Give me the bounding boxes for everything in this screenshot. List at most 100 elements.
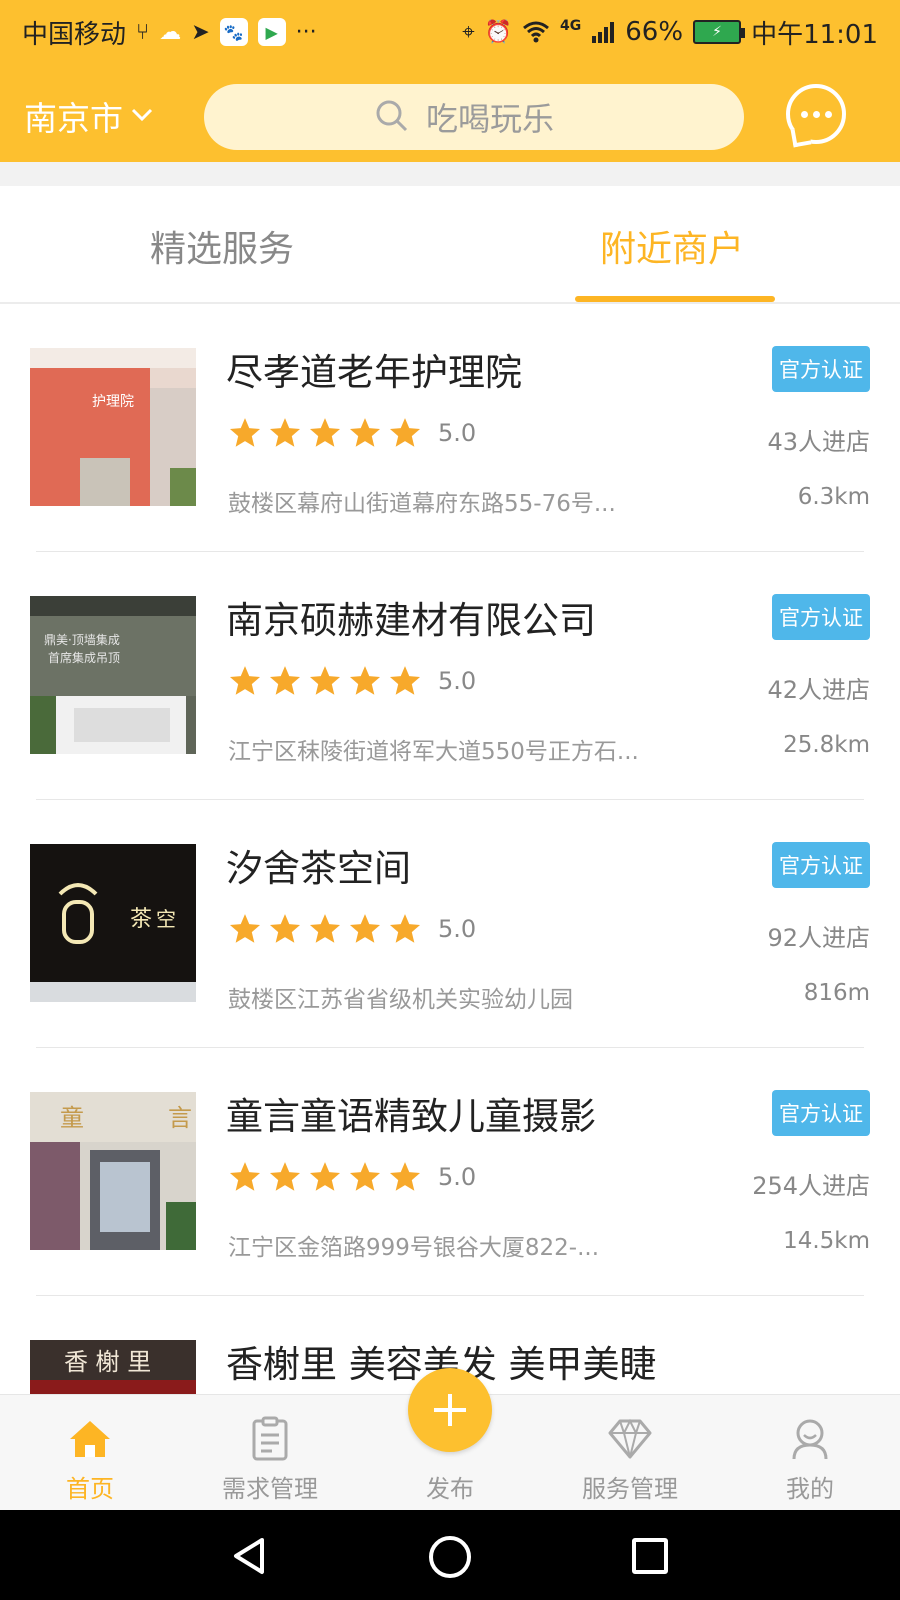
battery-percent: 66% — [625, 17, 684, 47]
merchant-name: 童言童语精致儿童摄影 — [226, 1095, 596, 1138]
status-bar-right: ⌖ ⏰ 4G 66% ⚡ 中午11:01 — [462, 14, 878, 51]
search-placeholder: 吃喝玩乐 — [426, 100, 555, 138]
nav-home[interactable]: 首页 — [0, 1395, 180, 1511]
verified-badge: 官方认证 — [772, 594, 870, 640]
signal-icon — [591, 20, 615, 44]
recent-apps-icon[interactable] — [632, 1538, 668, 1574]
chat-dot — [812, 110, 820, 118]
star-icon — [309, 418, 341, 447]
verified-badge: 官方认证 — [772, 1090, 870, 1136]
more-notifications-icon: ··· — [295, 19, 317, 45]
star-icon — [309, 666, 341, 695]
merchant-thumbnail: 鼎美·顶墙集成 首席集成吊顶 — [30, 596, 196, 754]
status-bar: 中国移动 ⑂ ☁ ➤ 🐾 ▶ ··· ⌖ ⏰ 4G 66% ⚡ 中午11:01 — [0, 0, 900, 64]
merchant-thumbnail: 茶 空 — [30, 844, 196, 1002]
merchant-name: 南京硕赫建材有限公司 — [226, 599, 596, 642]
chevron-down-icon — [131, 100, 153, 128]
verified-badge: 官方认证 — [772, 346, 870, 392]
star-icon — [229, 418, 261, 447]
merchant-item[interactable]: 茶 空 汐舍茶空间 官方认证 5.0 92人进店 鼓楼区江苏省省级机关实验幼儿园… — [0, 800, 900, 1048]
video-app-icon: ▶ — [257, 18, 286, 46]
star-icon — [389, 418, 421, 447]
merchant-item[interactable]: 鼎美·顶墙集成 首席集成吊顶 南京硕赫建材有限公司 官方认证 5.0 42人进店… — [0, 552, 900, 800]
system-navigation-bar — [0, 1510, 900, 1600]
visit-count: 92人进店 — [767, 924, 870, 952]
merchant-address: 江宁区秣陵街道将军大道550号正方石... — [228, 739, 639, 765]
nav-label: 需求管理 — [222, 1475, 318, 1503]
search-bar[interactable]: 吃喝玩乐 — [204, 84, 744, 150]
usb-icon: ⑂ — [136, 19, 150, 45]
nav-label: 首页 — [66, 1475, 114, 1503]
verified-badge: 官方认证 — [772, 842, 870, 888]
svg-text:首席集成吊顶: 首席集成吊顶 — [48, 650, 120, 665]
svg-text:言: 言 — [168, 1104, 192, 1132]
merchant-address: 鼓楼区幕府山街道幕府东路55-76号... — [228, 491, 616, 517]
rating-stars: 5.0 — [228, 416, 476, 450]
tab-bar: 精选服务 附近商户 — [0, 186, 900, 304]
star-icon — [389, 666, 421, 695]
visit-count: 43人进店 — [767, 428, 870, 456]
rating-stars: 5.0 — [228, 912, 476, 946]
merchant-item[interactable]: 童 言 童言童语精致儿童摄影 官方认证 5.0 254人进店 江宁区金箔路999… — [0, 1048, 900, 1296]
merchant-address: 鼓楼区江苏省省级机关实验幼儿园 — [228, 987, 573, 1013]
star-icon — [389, 1162, 421, 1191]
merchant-distance: 6.3km — [797, 484, 870, 510]
status-bar-left: 中国移动 ⑂ ☁ ➤ 🐾 ▶ ··· — [22, 14, 317, 51]
back-icon[interactable] — [230, 1536, 270, 1576]
city-label: 南京市 — [24, 99, 123, 138]
visit-count: 42人进店 — [767, 676, 870, 704]
star-icon — [229, 1162, 261, 1191]
divider-strip — [0, 162, 900, 186]
nav-label: 我的 — [786, 1475, 834, 1503]
wifi-icon — [522, 21, 550, 43]
network-type: 4G — [560, 17, 582, 34]
merchant-distance: 816m — [803, 980, 870, 1006]
merchant-distance: 14.5km — [783, 1228, 870, 1254]
chat-dot — [824, 110, 832, 118]
star-icon — [349, 1162, 381, 1191]
city-selector[interactable]: 南京市 — [24, 92, 153, 140]
merchant-thumbnail: 护理院 — [30, 348, 196, 506]
svg-text:空: 空 — [156, 907, 176, 931]
baidu-app-icon: 🐾 — [219, 18, 248, 46]
star-icon — [349, 666, 381, 695]
visit-count: 254人进店 — [752, 1172, 870, 1200]
alarm-icon: ⏰ — [484, 19, 513, 45]
nav-service-management[interactable]: 服务管理 — [540, 1395, 720, 1511]
publish-plus-button[interactable] — [408, 1368, 492, 1452]
merchant-list[interactable]: 护理院 尽孝道老年护理院 官方认证 5.0 43人进店 鼓楼区幕府山街道幕府东路… — [0, 304, 900, 1394]
star-icon — [269, 914, 301, 943]
location-icon: ⌖ — [462, 19, 475, 45]
clock: 中午11:01 — [751, 19, 878, 50]
merchant-name: 尽孝道老年护理院 — [226, 351, 522, 394]
home-icon — [70, 1421, 110, 1457]
svg-text:童: 童 — [60, 1104, 84, 1132]
rating-value: 5.0 — [438, 915, 477, 943]
clipboard-icon — [252, 1416, 288, 1461]
messages-button[interactable] — [786, 84, 846, 144]
nav-profile[interactable]: 我的 — [720, 1395, 900, 1511]
tab-featured-services[interactable]: 精选服务 — [150, 220, 294, 272]
battery-icon: ⚡ — [693, 20, 746, 44]
active-tab-indicator — [575, 296, 775, 302]
nav-label: 发布 — [426, 1475, 474, 1503]
merchant-distance: 25.8km — [783, 732, 870, 758]
merchant-name: 汐舍茶空间 — [226, 847, 411, 890]
carrier-label: 中国移动 — [22, 19, 127, 50]
star-icon — [389, 914, 421, 943]
star-icon — [309, 1162, 341, 1191]
rating-value: 5.0 — [438, 419, 477, 447]
star-icon — [229, 914, 261, 943]
tab-nearby-merchants[interactable]: 附近商户 — [600, 220, 744, 272]
star-icon — [349, 914, 381, 943]
chat-dot — [800, 110, 808, 118]
nav-demand-management[interactable]: 需求管理 — [180, 1395, 360, 1511]
svg-text:护理院: 护理院 — [92, 394, 134, 410]
star-icon — [269, 418, 301, 447]
merchant-item[interactable]: 护理院 尽孝道老年护理院 官方认证 5.0 43人进店 鼓楼区幕府山街道幕府东路… — [0, 304, 900, 552]
home-circle-icon[interactable] — [429, 1536, 471, 1578]
star-icon — [229, 666, 261, 695]
star-icon — [269, 666, 301, 695]
svg-text:鼎美·顶墙集成: 鼎美·顶墙集成 — [44, 632, 120, 647]
star-icon — [349, 418, 381, 447]
